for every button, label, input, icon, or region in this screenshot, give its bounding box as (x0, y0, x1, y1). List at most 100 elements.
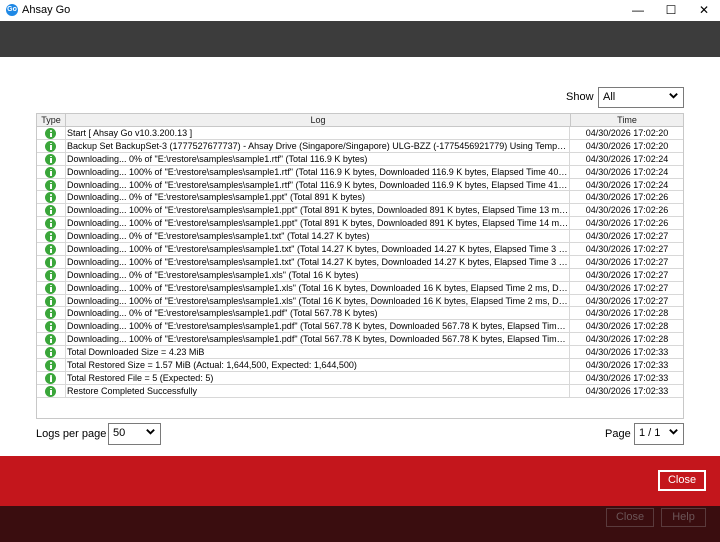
info-icon (45, 205, 56, 217)
type-cell (37, 165, 66, 178)
close-button[interactable]: Close (658, 470, 706, 491)
table-row[interactable]: Downloading... 100% of "E:\restore\sampl… (37, 281, 683, 295)
column-header-time[interactable]: Time (571, 114, 683, 126)
app-icon: Go (6, 4, 18, 16)
time-cell: 04/30/2026 17:02:27 (585, 231, 669, 242)
window-title: Ahsay Go (22, 4, 71, 16)
info-icon (45, 321, 56, 333)
table-row[interactable]: Downloading... 100% of "E:\restore\sampl… (37, 320, 683, 334)
log-cell: Total Restored File = 5 (Expected: 5) (67, 371, 570, 384)
info-icon (45, 347, 56, 359)
log-cell: Start [ Ahsay Go v10.3.200.13 ] (67, 127, 570, 139)
log-cell: Total Downloaded Size = 4.23 MiB (67, 346, 570, 359)
info-icon (45, 192, 56, 204)
table-row[interactable]: Downloading... 100% of "E:\restore\sampl… (37, 333, 683, 347)
show-filter-select[interactable]: All (598, 87, 684, 108)
info-icon (45, 128, 56, 139)
time-cell: 04/30/2026 17:02:20 (585, 128, 669, 138)
table-row[interactable]: Downloading... 0% of "E:\restore\samples… (37, 230, 683, 244)
log-cell: Backup Set BackupSet-3 (1777527677737) -… (67, 139, 570, 152)
table-header: Type Log Time (37, 114, 683, 127)
time-cell: 04/30/2026 17:02:28 (585, 321, 669, 332)
log-cell: Downloading... 100% of "E:\restore\sampl… (67, 320, 570, 333)
info-icon (45, 385, 56, 397)
table-row[interactable]: Downloading... 0% of "E:\restore\samples… (37, 191, 683, 205)
type-cell (37, 230, 66, 243)
log-cell: Downloading... 0% of "E:\restore\samples… (67, 152, 570, 165)
info-icon (45, 140, 56, 152)
info-icon (45, 360, 56, 372)
page-select[interactable]: 1 / 1 (634, 423, 684, 445)
log-cell: Restore Completed Successfully (67, 384, 570, 397)
type-cell (37, 204, 66, 217)
logs-per-page-select[interactable]: 50 (108, 423, 161, 445)
type-cell (37, 320, 66, 333)
table-row[interactable]: Downloading... 100% of "E:\restore\sampl… (37, 204, 683, 218)
info-icon (45, 372, 56, 384)
log-table: Type Log Time Start [ Ahsay Go v10.3.200… (36, 113, 684, 419)
table-row[interactable]: Total Downloaded Size = 4.23 MiB 04/30/20… (37, 346, 683, 360)
log-cell: Downloading... 100% of "E:\restore\sampl… (67, 333, 570, 346)
type-cell (37, 359, 66, 372)
table-row[interactable]: Downloading... 100% of "E:\restore\sampl… (37, 165, 683, 179)
table-row[interactable]: Total Restored Size = 1.57 MiB (Actual: … (37, 359, 683, 372)
logs-per-page-label: Logs per page (36, 428, 107, 440)
type-cell (37, 255, 66, 268)
time-cell: 04/30/2026 17:02:26 (585, 192, 669, 203)
table-row[interactable]: Start [ Ahsay Go v10.3.200.13 ] 04/30/202… (37, 127, 683, 140)
info-icon (45, 179, 56, 191)
minimize-button[interactable]: — (622, 0, 654, 21)
table-row[interactable]: Downloading... 100% of "E:\restore\sampl… (37, 178, 683, 192)
column-header-type[interactable]: Type (37, 114, 66, 126)
table-row[interactable]: Downloading... 100% of "E:\restore\sampl… (37, 243, 683, 256)
type-cell (37, 217, 66, 230)
table-row[interactable]: Downloading... 100% of "E:\restore\sampl… (37, 217, 683, 231)
table-row[interactable]: Downloading... 0% of "E:\restore\samples… (37, 152, 683, 166)
page-label: Page (605, 428, 631, 440)
table-body: Start [ Ahsay Go v10.3.200.13 ] 04/30/202… (37, 127, 683, 398)
time-cell: 04/30/2026 17:02:33 (585, 372, 669, 383)
log-cell: Downloading... 0% of "E:\restore\samples… (67, 191, 570, 204)
type-cell (37, 127, 66, 139)
footer-band (0, 456, 720, 506)
info-icon (45, 166, 56, 178)
table-row[interactable]: Downloading... 100% of "E:\restore\sampl… (37, 294, 683, 308)
info-icon (45, 334, 56, 346)
table-row[interactable]: Total Restored File = 5 (Expected: 5) 04/… (37, 371, 683, 385)
table-row[interactable]: Downloading... 100% of "E:\restore\sampl… (37, 255, 683, 269)
table-row[interactable]: Downloading... 0% of "E:\restore\samples… (37, 268, 683, 282)
column-header-log[interactable]: Log (66, 114, 571, 126)
log-cell: Downloading... 100% of "E:\restore\sampl… (67, 243, 570, 255)
info-icon (45, 153, 56, 165)
time-cell: 04/30/2026 17:02:33 (585, 347, 669, 358)
table-row[interactable]: Downloading... 0% of "E:\restore\samples… (37, 307, 683, 321)
logs-per-page-value: 50 (113, 427, 126, 439)
log-cell: Downloading... 0% of "E:\restore\samples… (67, 307, 570, 320)
info-icon (45, 282, 56, 294)
type-cell (37, 268, 66, 281)
log-cell: Downloading... 0% of "E:\restore\samples… (67, 268, 570, 281)
type-cell (37, 281, 66, 294)
time-cell: 04/30/2026 17:02:20 (585, 140, 669, 151)
info-icon (45, 295, 56, 307)
time-cell: 04/30/2026 17:02:24 (585, 179, 669, 190)
ghost-close-button: Close (606, 508, 654, 527)
time-cell: 04/30/2026 17:02:27 (585, 282, 669, 293)
type-cell (37, 191, 66, 204)
type-cell (37, 294, 66, 307)
table-row[interactable]: Backup Set BackupSet-3 (1777527677737) -… (37, 139, 683, 153)
type-cell (37, 346, 66, 359)
type-cell (37, 178, 66, 191)
maximize-button[interactable]: ☐ (655, 0, 687, 21)
time-cell: 04/30/2026 17:02:27 (585, 269, 669, 280)
time-cell: 04/30/2026 17:02:33 (585, 360, 669, 371)
log-cell: Downloading... 0% of "E:\restore\samples… (67, 230, 570, 243)
info-icon (45, 231, 56, 243)
info-icon (45, 308, 56, 320)
chevron-down-icon (146, 429, 155, 435)
time-cell: 04/30/2026 17:02:27 (585, 244, 669, 255)
close-window-button[interactable]: ✕ (688, 0, 720, 21)
table-row[interactable]: Restore Completed Successfully 04/30/2026… (37, 384, 683, 398)
time-cell: 04/30/2026 17:02:24 (585, 153, 669, 164)
title-bar: Go Ahsay Go — ☐ ✕ (0, 0, 720, 21)
